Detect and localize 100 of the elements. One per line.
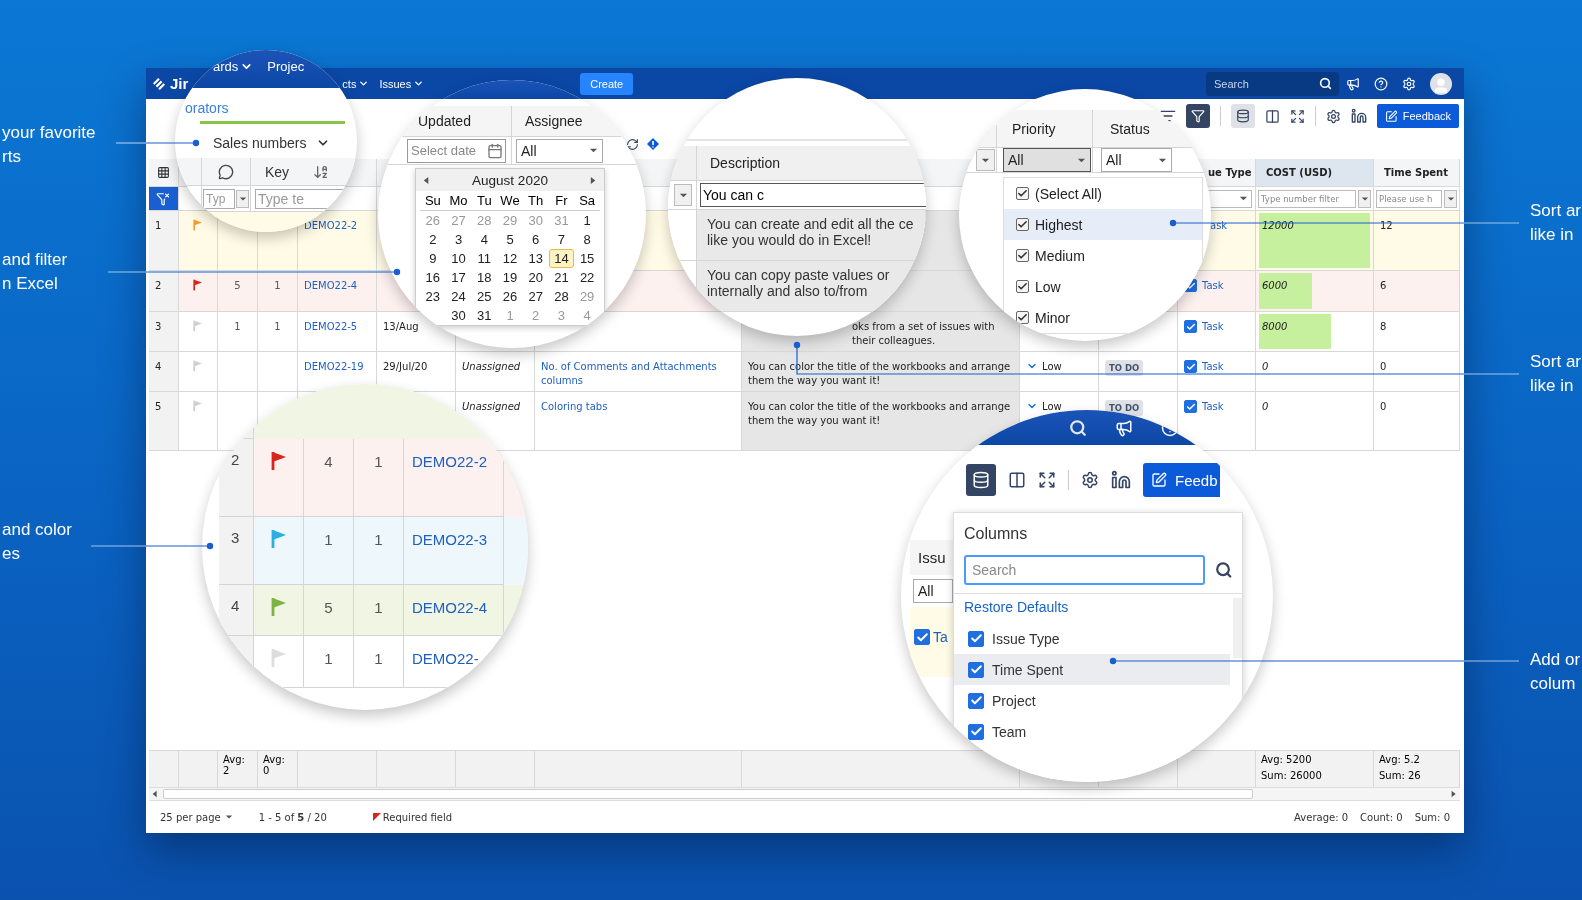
calendar-day[interactable]: 23: [420, 287, 446, 306]
issue-key-link[interactable]: DEMO22-3: [412, 531, 488, 548]
calendar-day[interactable]: 6: [522, 230, 549, 249]
column-option[interactable]: Project: [954, 685, 1230, 716]
dropdown-button[interactable]: [1358, 189, 1371, 208]
issue-type-link[interactable]: Task: [1202, 320, 1224, 334]
issue-type-link[interactable]: Ta: [933, 629, 948, 645]
expand-icon[interactable]: [1290, 108, 1305, 124]
dropdown-button[interactable]: [674, 184, 692, 206]
calendar-day[interactable]: 25: [471, 287, 498, 306]
info-icon[interactable]: [647, 138, 659, 150]
megaphone-icon[interactable]: [1115, 418, 1133, 437]
grid-icon[interactable]: [157, 166, 170, 179]
search-field[interactable]: Search: [1206, 71, 1339, 96]
search-field[interactable]: Search: [964, 555, 1205, 585]
column-header[interactable]: Description: [710, 155, 781, 171]
checkbox[interactable]: [968, 630, 984, 647]
issue-key-link[interactable]: DEMO22-4: [304, 279, 358, 293]
checkbox[interactable]: [914, 629, 930, 645]
refresh-icon[interactable]: [626, 137, 639, 151]
clear-filter-icon[interactable]: [156, 191, 170, 206]
calendar-day[interactable]: 28: [548, 287, 575, 306]
settings-icon[interactable]: [1081, 471, 1099, 489]
calendar-day[interactable]: 18: [471, 268, 498, 287]
filter-button[interactable]: [1186, 104, 1210, 128]
issue-type-link[interactable]: ask: [1210, 219, 1228, 233]
calendar-day[interactable]: 24: [445, 287, 472, 306]
nav-item[interactable]: Projec: [267, 59, 305, 74]
checkbox[interactable]: [1016, 311, 1029, 324]
calendar-day[interactable]: 11: [471, 249, 498, 268]
per-page-dropdown[interactable]: 25 per page: [160, 811, 233, 823]
issue-type-link[interactable]: Task: [1202, 400, 1224, 414]
create-button[interactable]: Create: [580, 72, 634, 95]
column-header[interactable]: Status: [1110, 120, 1150, 137]
calendar-day[interactable]: 13: [522, 249, 549, 268]
avatar[interactable]: [1430, 72, 1452, 95]
linkedin-icon[interactable]: [1351, 108, 1367, 124]
checkbox[interactable]: [968, 692, 984, 709]
checkbox[interactable]: [1184, 360, 1197, 373]
dropdown-button[interactable]: [1444, 189, 1457, 208]
feedback-button[interactable]: Feedback: [1377, 104, 1459, 128]
calendar-day[interactable]: 20: [522, 268, 549, 287]
filter-option[interactable]: Minor: [1004, 302, 1202, 333]
list-icon[interactable]: [1160, 108, 1176, 124]
column-header[interactable]: Time Spent: [1384, 167, 1448, 178]
scrollbar[interactable]: [1233, 598, 1242, 658]
issue-key-link[interactable]: DEMO22-2: [304, 219, 358, 233]
calendar-day[interactable]: 17: [445, 268, 472, 287]
checkbox[interactable]: [1016, 249, 1029, 262]
calendar-day[interactable]: 1: [574, 211, 600, 230]
database-button[interactable]: [966, 464, 996, 496]
checkbox[interactable]: [1184, 320, 1197, 333]
calendar-day[interactable]: 8: [574, 230, 600, 249]
calendar-day[interactable]: 7: [548, 230, 575, 249]
dropdown-button[interactable]: [976, 149, 995, 171]
issue-key-link[interactable]: DEMO22-: [412, 650, 479, 667]
issue-key-link[interactable]: DEMO22-4: [412, 599, 488, 616]
filter-select[interactable]: All: [1003, 148, 1091, 172]
filter-select[interactable]: All: [516, 138, 603, 163]
database-button[interactable]: [1231, 104, 1255, 128]
issue-key-link[interactable]: DEMO22-2: [412, 453, 488, 470]
linkedin-icon[interactable]: [1111, 470, 1131, 490]
sort-icon[interactable]: [313, 163, 330, 180]
issue-key-link[interactable]: DEMO22-19: [304, 360, 364, 374]
summary-link[interactable]: No. of Comments and Attachments columns: [541, 360, 735, 388]
nav-item[interactable]: cts: [342, 77, 370, 90]
column-header[interactable]: ue Type: [1208, 167, 1252, 178]
filter-option[interactable]: Medium: [1004, 240, 1202, 271]
calendar-day[interactable]: 30: [445, 306, 472, 325]
workbook-dropdown[interactable]: Sales numbers: [209, 130, 335, 156]
calendar-day[interactable]: 15: [574, 249, 600, 268]
feedback-button[interactable]: Feedb: [1143, 463, 1220, 497]
summary-link[interactable]: Coloring tabs: [541, 400, 608, 414]
filter-option[interactable]: Highest: [1004, 209, 1202, 240]
calendar-day[interactable]: 16: [420, 268, 446, 287]
filter-select[interactable]: All: [913, 579, 953, 603]
settings-icon[interactable]: [1326, 108, 1341, 124]
filter-field[interactable]: Please use h: [1376, 189, 1442, 208]
issue-key-link[interactable]: DEMO22-5: [304, 320, 358, 334]
tab-label[interactable]: orators: [175, 100, 357, 116]
columns-icon[interactable]: [1008, 471, 1026, 489]
calendar-day[interactable]: 4: [471, 230, 498, 249]
checkbox[interactable]: [1016, 218, 1029, 231]
filter-select[interactable]: All: [1101, 148, 1172, 172]
calendar-day[interactable]: 12: [497, 249, 523, 268]
checkbox[interactable]: [968, 723, 984, 740]
filter-option[interactable]: (Select All): [1004, 178, 1202, 209]
issue-type-link[interactable]: Task: [1202, 279, 1224, 293]
calendar-day[interactable]: 5: [497, 230, 523, 249]
column-header[interactable]: COST (USD): [1266, 167, 1333, 178]
checkbox[interactable]: [1016, 280, 1029, 293]
megaphone-icon[interactable]: [1346, 76, 1360, 91]
column-option[interactable]: Issue Type: [954, 623, 1230, 654]
horizontal-scrollbar[interactable]: [149, 787, 1460, 801]
column-header[interactable]: Updated: [418, 113, 471, 129]
filter-field[interactable]: Typ: [203, 188, 235, 209]
nav-item[interactable]: ards: [213, 59, 254, 74]
column-header[interactable]: Key: [265, 163, 290, 180]
scrollbar-thumb[interactable]: [163, 789, 1253, 799]
calendar-day[interactable]: 26: [497, 287, 523, 306]
